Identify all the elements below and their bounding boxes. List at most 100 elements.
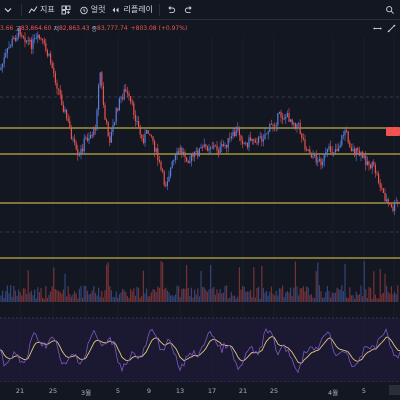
volume-bar bbox=[107, 262, 109, 302]
candle-body bbox=[171, 161, 173, 168]
current-price-tag bbox=[386, 127, 400, 136]
candle-body bbox=[211, 147, 213, 149]
volume-bar bbox=[102, 297, 104, 302]
volume-bar bbox=[387, 291, 389, 302]
candle-body bbox=[333, 151, 335, 153]
volume-bar bbox=[221, 293, 223, 302]
candle-body bbox=[267, 131, 269, 134]
candle-body bbox=[282, 117, 284, 119]
time-axis-marker bbox=[389, 385, 400, 395]
volume-bar bbox=[259, 298, 261, 302]
candle-body bbox=[8, 46, 10, 49]
volume-bar bbox=[48, 294, 50, 302]
volume-bar bbox=[37, 287, 39, 302]
volume-bar bbox=[117, 297, 119, 302]
candle-body bbox=[83, 138, 85, 152]
candle-body bbox=[99, 72, 101, 86]
volume-bar bbox=[26, 293, 28, 302]
volume-bar bbox=[184, 288, 186, 302]
candle-body bbox=[278, 111, 280, 114]
candle-body bbox=[66, 109, 68, 119]
volume-bar bbox=[19, 292, 21, 302]
volume-bar bbox=[198, 296, 200, 302]
volume-bar bbox=[269, 291, 271, 302]
candle-body bbox=[91, 134, 93, 136]
volume-bar bbox=[6, 285, 8, 302]
candle-body bbox=[347, 131, 349, 143]
volume-bar bbox=[11, 296, 13, 302]
candle-body bbox=[114, 121, 116, 125]
volume-bar bbox=[333, 293, 335, 302]
volume-bar bbox=[245, 291, 247, 302]
candle-body bbox=[379, 182, 381, 188]
candle-body bbox=[72, 138, 74, 140]
candle-body bbox=[376, 173, 378, 175]
candle-body bbox=[277, 113, 279, 125]
volume-bar bbox=[227, 298, 229, 302]
candle-body bbox=[93, 127, 95, 136]
candle-body bbox=[78, 153, 80, 156]
volume-bar bbox=[274, 295, 276, 302]
volume-bar bbox=[248, 291, 250, 302]
candle-body bbox=[152, 136, 154, 142]
volume-bar bbox=[29, 292, 31, 302]
volume-bar bbox=[238, 267, 240, 302]
volume-bar bbox=[368, 287, 370, 302]
volume-bar bbox=[69, 294, 71, 302]
volume-bar bbox=[362, 296, 364, 302]
volume-bar bbox=[270, 286, 272, 302]
candle-body bbox=[310, 153, 312, 158]
volume-bar bbox=[10, 285, 12, 302]
candle-body bbox=[294, 123, 296, 128]
price-chart[interactable] bbox=[0, 0, 400, 400]
candle-body bbox=[189, 161, 191, 164]
volume-bar bbox=[96, 295, 98, 302]
candle-body bbox=[56, 82, 58, 89]
candle-body bbox=[179, 147, 181, 153]
volume-bar bbox=[82, 297, 84, 302]
volume-bar bbox=[232, 295, 234, 302]
volume-bar bbox=[301, 288, 303, 302]
candle-body bbox=[0, 67, 2, 70]
candle-body bbox=[123, 89, 125, 100]
volume-bar bbox=[234, 295, 236, 302]
volume-bar bbox=[320, 291, 322, 302]
candle-body bbox=[218, 150, 220, 153]
candle-body bbox=[269, 123, 271, 132]
volume-bar bbox=[83, 285, 85, 302]
candle-body bbox=[224, 144, 226, 146]
candle-body bbox=[154, 141, 156, 152]
candle-body bbox=[118, 98, 120, 111]
candle-body bbox=[22, 36, 24, 38]
volume-bar bbox=[312, 297, 314, 302]
candle-body bbox=[293, 123, 295, 125]
volume-bar bbox=[13, 286, 15, 302]
candle-body bbox=[237, 127, 239, 130]
volume-bar bbox=[322, 297, 324, 302]
candle-body bbox=[272, 124, 274, 126]
volume-bar bbox=[136, 286, 138, 302]
candle-body bbox=[195, 150, 197, 153]
volume-bar bbox=[16, 295, 18, 302]
volume-bar bbox=[22, 288, 24, 302]
volume-bar bbox=[114, 297, 116, 302]
candle-body bbox=[53, 67, 55, 74]
volume-bar bbox=[176, 285, 178, 302]
candle-body bbox=[256, 142, 258, 144]
candle-body bbox=[104, 104, 106, 120]
candle-body bbox=[358, 150, 360, 156]
volume-bar bbox=[24, 288, 26, 302]
candle-body bbox=[368, 161, 370, 165]
volume-bar bbox=[142, 270, 144, 302]
volume-bar bbox=[205, 290, 207, 302]
candle-body bbox=[395, 202, 397, 203]
volume-bar bbox=[371, 298, 373, 302]
candle-body bbox=[219, 146, 221, 153]
candle-body bbox=[214, 145, 216, 147]
volume-bar bbox=[330, 297, 332, 302]
candle-body bbox=[2, 63, 4, 68]
candle-body bbox=[128, 93, 130, 97]
candle-body bbox=[197, 150, 199, 157]
candle-body bbox=[355, 148, 357, 156]
time-tick: 21 bbox=[15, 387, 25, 395]
